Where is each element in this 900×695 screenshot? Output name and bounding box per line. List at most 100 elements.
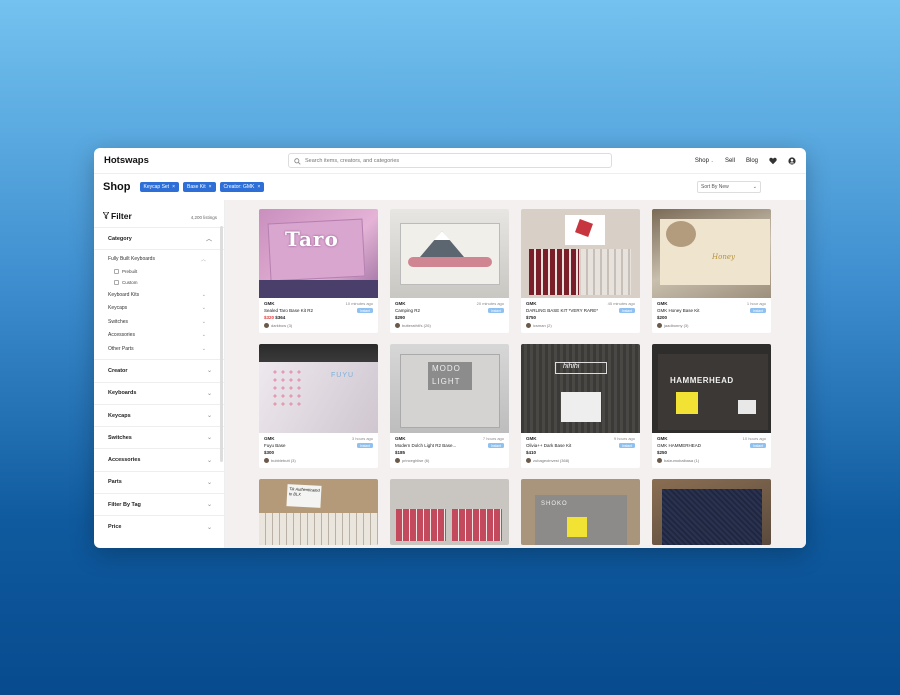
listing-image[interactable] [390,209,509,298]
filter-title-text: Filter [111,211,132,221]
search-bar[interactable] [288,153,612,168]
listing-card[interactable]: HAMMERHEAD GMK 10 hours ago GMK HAMMERHEA… [652,344,771,468]
sub-keycaps[interactable]: Keycaps ⌄ [94,301,224,315]
nav-blog[interactable]: Blog [746,158,758,164]
listing-brand: GMK [395,301,406,306]
listing-image[interactable] [521,209,640,298]
filter-chip-keycap-set[interactable]: Keycap Set × [139,182,179,192]
listing-image[interactable]: Tik Authenticated to BLX [259,479,378,545]
search-input[interactable] [305,157,605,164]
checkbox[interactable] [114,279,119,285]
listing-title[interactable]: GMK Honey Base Kit [657,308,700,313]
listing-image[interactable] [390,479,509,545]
listing-card[interactable]: GMK 45 minutes ago DARLING BASE KIT *VERY… [521,209,640,333]
checkbox-custom[interactable]: Custom [94,277,224,288]
avatar [526,458,531,463]
section-creator[interactable]: Creator ⌄ [94,359,224,381]
chevron-down-icon: ⌄ [206,413,212,420]
avatar [657,323,662,328]
filter-chip-base-kit[interactable]: Base Kit × [183,182,216,192]
box-art-text: Tik Authenticated to BLX [288,486,320,497]
listing-image[interactable]: Taro [259,209,378,298]
listing-image[interactable] [652,479,771,545]
section-label: Price [108,524,122,531]
checkbox[interactable] [114,268,119,274]
sidebar-scrollbar[interactable] [220,226,223,462]
listing-card[interactable]: FUYU GMK 3 hours ago Fuyu Base Instant $30… [259,344,378,468]
listing-price: $185 [395,450,406,455]
heart-icon[interactable] [769,157,777,165]
section-switches[interactable]: Switches ⌄ [94,426,224,448]
section-filter-by-tag[interactable]: Filter By Tag ⌄ [94,493,224,515]
box-art-text: HAMMERHEAD [670,376,734,385]
box-art-text: FUYU [331,372,355,379]
checkbox-prebuilt[interactable]: Prebuilt [94,266,224,277]
section-label: Keyboards [108,390,137,397]
listing-title[interactable]: Sealed Taro Base Kit R2 [264,308,313,313]
close-icon[interactable]: × [172,184,175,190]
listing-price: $250 [657,450,668,455]
listing-card[interactable] [652,479,771,545]
close-icon[interactable]: × [257,184,260,190]
seller-name[interactable]: baizumobalbasa (1) [664,458,699,463]
instant-badge: Instant [750,443,766,448]
seller-name[interactable]: darkbow (3) [271,323,292,328]
listing-card[interactable]: SHOKO [521,479,640,545]
sub-fully-built[interactable]: Fully Built Keyboards ︿ [94,252,224,266]
section-parts[interactable]: Parts ⌄ [94,470,224,493]
seller-name[interactable]: princeghlise (6) [402,458,429,463]
seller-name[interactable]: zubageoinvest (368) [533,458,569,463]
listing-card[interactable] [390,479,509,545]
section-price[interactable]: Price ⌄ [94,515,224,537]
listing-image[interactable]: SHOKO [521,479,640,545]
original-price: $320 [264,315,275,320]
listing-image[interactable]: hihihi [521,344,640,433]
seller-name[interactable]: bubblebutt (3) [271,458,296,463]
instant-badge: Instant [357,308,373,313]
chevron-up-icon: ︿ [200,256,206,263]
listing-title[interactable]: Modern Dolch Light R2 Base... [395,443,456,448]
nav-sell[interactable]: Sell [725,158,735,164]
listing-image[interactable]: HAMMERHEAD [652,344,771,433]
logo[interactable]: Hotswaps [104,155,288,166]
listing-title[interactable]: DARLING BASE KIT *VERY RARE* [526,308,598,313]
listing-card[interactable]: MODO LIGHT GMK 7 hours ago Modern Dolch L… [390,344,509,468]
section-category[interactable]: Category ︿ [94,227,224,249]
listing-card[interactable]: hihihi GMK 9 hours ago Olivia++ Dark Base… [521,344,640,468]
sort-select[interactable]: Sort By New ⌄ [697,181,761,193]
sub-other-parts[interactable]: Other Parts ⌄ [94,342,224,356]
listing-title[interactable]: GMK HAMMERHEAD [657,443,701,448]
listing-title[interactable]: Olivia++ Dark Base Kit [526,443,571,448]
close-icon[interactable]: × [209,184,212,190]
seller-name[interactable]: butterathlt's (26) [402,323,431,328]
listing-title[interactable]: Camping R2 [395,308,420,313]
section-keyboards[interactable]: Keyboards ⌄ [94,381,224,404]
user-icon[interactable] [788,156,796,165]
section-keycaps[interactable]: Keycaps ⌄ [94,403,224,426]
sub-keyboard-kits[interactable]: Keyboard Kits ⌄ [94,288,224,302]
listing-brand: GMK [526,301,537,306]
filter-chip-creator[interactable]: Creator: GMK × [219,182,265,192]
seller-name[interactable]: icsman (2) [533,323,552,328]
listing-image[interactable]: Honey [652,209,771,298]
chevron-down-icon: ⌄ [206,479,212,486]
listing-price: $200 [657,315,668,320]
listing-card[interactable]: Tik Authenticated to BLX [259,479,378,545]
chip-label: Keycap Set [143,184,170,190]
nav-shop[interactable]: Shop ⌄ [695,158,714,164]
listing-card[interactable]: Taro GMK 10 minutes ago Sealed Taro Base … [259,209,378,333]
section-accessories[interactable]: Accessories ⌄ [94,448,224,470]
listing-image[interactable]: FUYU [259,344,378,433]
listing-image[interactable]: MODO LIGHT [390,344,509,433]
listing-card[interactable]: GMK 20 minutes ago Camping R2 Instant $290… [390,209,509,333]
chevron-down-icon: ⌄ [206,502,212,509]
sub-accessories[interactable]: Accessories ⌄ [94,328,224,342]
listing-card[interactable]: Honey GMK 1 hour ago GMK Honey Base Kit In… [652,209,771,333]
listing-title[interactable]: Fuyu Base [264,443,286,448]
sub-switches[interactable]: Switches ⌄ [94,315,224,329]
listing-grid: Taro GMK 10 minutes ago Sealed Taro Base … [259,209,771,545]
seller-name[interactable]: jaadbonny (3) [664,323,688,328]
chevron-down-icon: ⌄ [201,345,206,352]
chevron-down-icon: ⌄ [201,318,206,325]
listing-time: 9 hours ago [613,436,635,441]
